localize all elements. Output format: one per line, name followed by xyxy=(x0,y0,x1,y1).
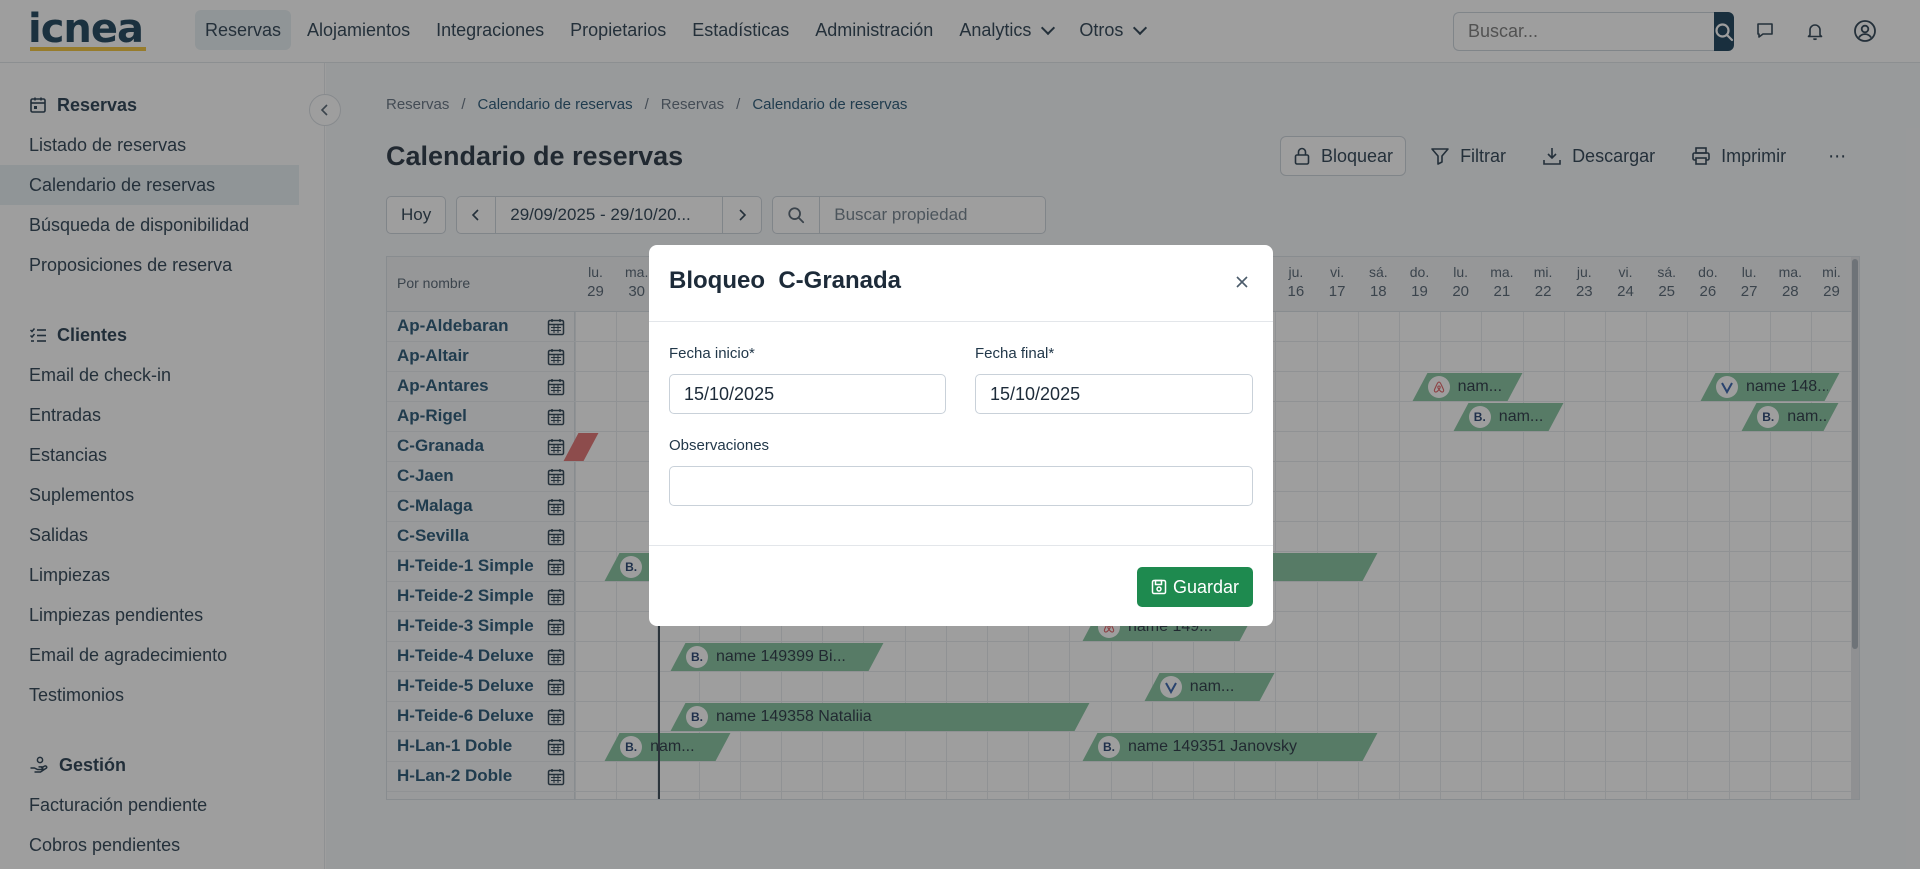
save-button[interactable]: Guardar xyxy=(1136,567,1253,607)
dialog-title: Bloqueo C-Granada xyxy=(669,267,902,294)
end-date-label: Fecha final* xyxy=(975,345,1055,362)
save-icon xyxy=(1151,579,1167,595)
block-dialog: Bloqueo C-Granada Fecha inicio* Fecha fi… xyxy=(649,245,1273,626)
notes-field[interactable] xyxy=(669,466,1253,506)
notes-label: Observaciones xyxy=(669,437,770,454)
dialog-divider xyxy=(649,321,1273,322)
save-label: Guardar xyxy=(1172,576,1239,597)
end-date-field[interactable] xyxy=(975,374,1253,414)
dialog-divider xyxy=(649,545,1273,546)
start-date-label: Fecha inicio* xyxy=(669,345,755,362)
close-icon[interactable] xyxy=(1233,273,1251,291)
start-date-field[interactable] xyxy=(669,374,946,414)
